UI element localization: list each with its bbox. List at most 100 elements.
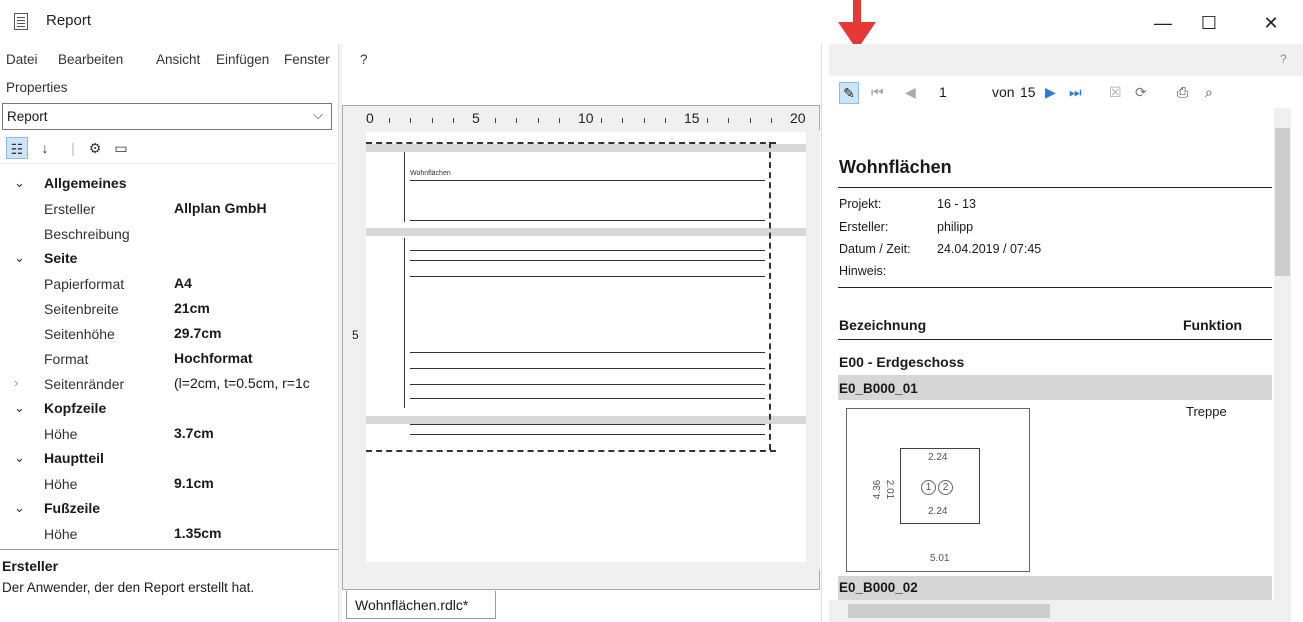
property-row[interactable]: Höhe 1.35cm (0, 522, 338, 547)
menu-help[interactable]: ? (360, 52, 368, 67)
property-row[interactable]: Seitenbreite 21cm (0, 297, 338, 322)
report-title: Wohnflächen (839, 157, 952, 177)
designer-line (410, 276, 765, 277)
designer-horizontal-scrollbar[interactable] (366, 566, 806, 584)
last-page-icon[interactable]: ⏭ (1069, 82, 1082, 102)
refresh-icon[interactable]: ⟳ (1135, 82, 1147, 102)
property-row[interactable]: Höhe 3.7cm (0, 422, 338, 447)
chevron-right-icon[interactable]: › (14, 375, 18, 390)
chevron-down-icon[interactable]: ⌄ (14, 250, 25, 266)
property-row[interactable]: Ersteller Allplan GmbH (0, 197, 338, 222)
ruler-tick (643, 118, 645, 123)
property-row[interactable]: Seitenhöhe 29.7cm (0, 322, 338, 347)
property-row[interactable]: Papierformat A4 (0, 272, 338, 297)
ruler-tick (410, 118, 412, 123)
property-value[interactable]: 21cm (174, 300, 210, 316)
property-value[interactable]: 1.35cm (174, 525, 221, 541)
preview-vertical-scroll-thumb[interactable] (1275, 128, 1290, 276)
plan-dimension-width: 5.01 (930, 553, 950, 564)
designer-line (410, 398, 765, 399)
preview-help[interactable]: ? (1280, 52, 1287, 66)
edit-report-icon[interactable]: ✎ (839, 82, 859, 104)
property-category[interactable]: ⌄ Hauptteil (0, 447, 338, 472)
menu-ansicht[interactable]: Ansicht (156, 52, 200, 67)
stop-icon[interactable]: ☒ (1109, 82, 1122, 102)
room-id: E0_B000_02 (839, 580, 918, 595)
designer-line (410, 250, 765, 251)
designer-heading: Wohnflächen (410, 170, 451, 177)
current-page[interactable]: 1 (939, 82, 947, 102)
footer-band (366, 416, 806, 424)
chevron-down-icon[interactable]: ⌄ (14, 400, 25, 416)
property-grid: ⌄ Allgemeines Ersteller Allplan GmbH Beschre… (0, 163, 338, 546)
property-name: Seitenbreite (44, 301, 119, 317)
previous-page-icon[interactable]: ◀ (905, 82, 916, 102)
description-title: Ersteller (2, 558, 59, 574)
chevron-down-icon[interactable]: ⌄ (14, 450, 25, 466)
property-value[interactable]: A4 (174, 275, 192, 291)
margin-left-header (404, 152, 405, 222)
category-label: Seite (44, 250, 78, 266)
chevron-down-icon[interactable]: ⌄ (14, 175, 25, 191)
maximize-button[interactable]: ☐ (1186, 8, 1232, 38)
object-select[interactable]: Report ⌵ (2, 103, 332, 130)
preview-horizontal-scroll-thumb[interactable] (848, 604, 1050, 618)
page-setup-icon[interactable]: ⌕ (1205, 82, 1213, 102)
property-category[interactable]: ⌄ Seite (0, 247, 338, 272)
designer-line (410, 220, 765, 221)
minimize-button[interactable]: — (1140, 8, 1186, 38)
property-row[interactable]: › Seitenränder (l=2cm, t=0.5cm, r=1c (0, 372, 338, 397)
sort-alphabetical-icon[interactable]: ↓ (34, 137, 56, 159)
property-row[interactable]: Höhe 9.1cm (0, 472, 338, 497)
plan-dimension-bottom: 2.24 (928, 506, 948, 517)
report-separator (838, 287, 1272, 288)
property-pages-icon[interactable]: ⚙ (84, 137, 106, 159)
property-category[interactable]: ⌄ Kopfzeile (0, 397, 338, 422)
category-label: Kopfzeile (44, 400, 107, 416)
property-value[interactable]: 29.7cm (174, 325, 221, 341)
property-category[interactable]: ⌄ Allgemeines (0, 172, 338, 197)
menu-bearbeiten[interactable]: Bearbeiten (58, 52, 123, 67)
property-value[interactable]: Allplan GmbH (174, 200, 267, 216)
events-icon[interactable]: ▭ (110, 137, 132, 159)
pane-splitter-right[interactable] (821, 44, 829, 622)
close-button[interactable]: ✕ (1248, 8, 1294, 38)
room-id: E0_B000_01 (839, 381, 918, 396)
margin-right (769, 142, 771, 450)
chevron-down-icon[interactable]: ⌄ (14, 500, 25, 516)
next-page-icon[interactable]: ▶ (1045, 82, 1056, 102)
preview-header (829, 44, 1303, 76)
ruler-tick (389, 118, 391, 123)
property-category[interactable]: ⌄ Fußzeile (0, 497, 338, 522)
design-canvas[interactable]: Wohnflächen (366, 132, 806, 562)
property-value[interactable]: 3.7cm (174, 425, 214, 441)
menu-einfuegen[interactable]: Einfügen (216, 52, 269, 67)
ruler-tick (728, 118, 730, 123)
property-name: Seitenhöhe (44, 326, 115, 342)
designer-vertical-scrollbar[interactable] (806, 130, 820, 570)
categorized-view-icon[interactable]: ☷ (6, 137, 28, 159)
horizontal-ruler: 0 5 10 15 20 (366, 108, 808, 130)
ruler-tick (516, 118, 518, 123)
ruler-label: 15 (684, 110, 700, 126)
menu-fenster[interactable]: Fenster (284, 52, 330, 67)
ruler-tick (431, 118, 433, 123)
page-edge-top (366, 142, 776, 144)
category-label: Hauptteil (44, 450, 104, 466)
property-name: Seitenränder (44, 376, 125, 392)
menu-datei[interactable]: Datei (6, 52, 38, 67)
body-band (366, 228, 806, 236)
property-row[interactable]: Format Hochformat (0, 347, 338, 372)
property-value[interactable]: 9.1cm (174, 475, 214, 491)
meta-value: 24.04.2019 / 07:45 (937, 242, 1042, 256)
plan-marker: 2 (938, 480, 953, 495)
tab-rdlc-file[interactable]: Wohnflächen.rdlc* (346, 591, 496, 619)
property-row[interactable]: Beschreibung (0, 222, 338, 247)
print-icon[interactable]: ⎙ (1177, 82, 1188, 102)
ruler-label: 0 (366, 110, 374, 126)
ruler-label: 20 (790, 110, 806, 126)
first-page-icon[interactable]: ⏮ (871, 82, 884, 102)
property-value[interactable]: (l=2cm, t=0.5cm, r=1c (174, 375, 310, 391)
report-separator (838, 187, 1272, 188)
property-value[interactable]: Hochformat (174, 350, 253, 366)
